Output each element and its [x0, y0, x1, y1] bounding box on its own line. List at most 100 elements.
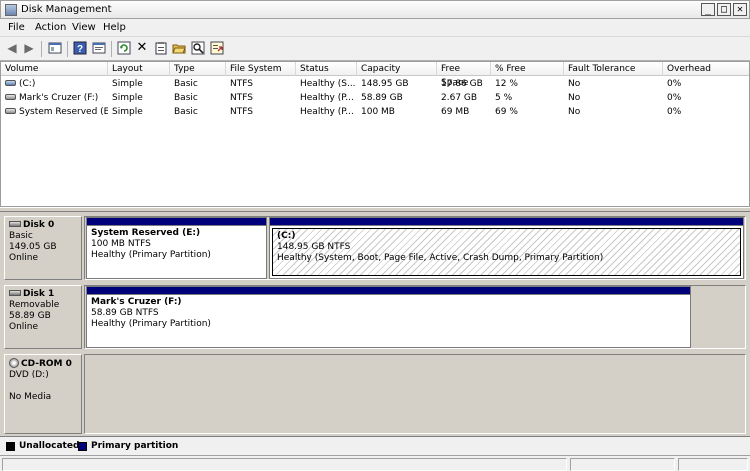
disk-icon: [9, 221, 21, 227]
volume-type: Basic: [174, 93, 198, 103]
partition-name: System Reserved (E:): [91, 228, 201, 238]
disk-state: No Media: [9, 392, 52, 402]
volume-capacity: 58.89 GB: [361, 93, 403, 103]
volume-capacity: 100 MB: [361, 107, 395, 117]
primary-partition-swatch: [78, 442, 87, 451]
volume-overhead: 0%: [667, 107, 682, 117]
volume-layout: Simple: [112, 79, 143, 89]
help-icon[interactable]: ?: [73, 41, 87, 55]
status-bar: [0, 455, 750, 471]
volume-free: 17.86 GB: [441, 79, 483, 89]
col-type[interactable]: Type: [170, 62, 226, 76]
volume-name: Mark's Cruzer (F:): [19, 93, 99, 103]
partition-size: 100 MB NTFS: [91, 239, 151, 249]
back-icon[interactable]: ◀: [5, 41, 19, 55]
col-volume[interactable]: Volume: [1, 62, 108, 76]
volume-fs: NTFS: [230, 107, 253, 117]
forward-icon[interactable]: ▶: [22, 41, 36, 55]
properties-icon[interactable]: [92, 41, 106, 55]
col-status[interactable]: Status: [296, 62, 357, 76]
title-bar: Disk Management _ □ ✕: [0, 0, 750, 19]
search-icon[interactable]: [191, 41, 205, 55]
unallocated-swatch: [6, 442, 15, 451]
partition-name: (C:): [277, 231, 296, 241]
removable-disk-icon: [9, 290, 21, 296]
cd-rom-icon: [9, 358, 19, 368]
volume-fault: No: [568, 107, 581, 117]
disk-name: Disk 1: [23, 289, 55, 299]
maximize-button[interactable]: □: [717, 3, 731, 16]
partition-size: 148.95 GB NTFS: [277, 242, 351, 252]
volume-pct-free: 69 %: [495, 107, 518, 117]
partition-marks-cruzer[interactable]: Mark's Cruzer (F:) 58.89 GB NTFS Healthy…: [86, 286, 691, 348]
menu-file[interactable]: File: [8, 22, 25, 33]
col-free-space[interactable]: Free Space: [437, 62, 491, 88]
col-fault-tolerance[interactable]: Fault Tolerance: [564, 62, 663, 76]
volume-overhead: 0%: [667, 93, 682, 103]
volume-row[interactable]: System Reserved (E:) Simple Basic NTFS H…: [1, 105, 749, 119]
properties-sheet-icon[interactable]: [154, 41, 168, 55]
disk-size: 149.05 GB: [9, 242, 57, 252]
volume-free: 69 MB: [441, 107, 470, 117]
refresh-icon[interactable]: [117, 41, 131, 55]
volume-fault: No: [568, 79, 581, 89]
menu-help[interactable]: Help: [103, 22, 126, 33]
col-capacity[interactable]: Capacity: [357, 62, 437, 76]
disk-kind: DVD (D:): [9, 370, 49, 380]
minimize-button[interactable]: _: [701, 3, 715, 16]
disk-name: Disk 0: [23, 220, 55, 230]
removable-drive-icon: [5, 94, 16, 100]
volume-name: (C:): [19, 79, 36, 89]
volume-free: 2.67 GB: [441, 93, 478, 103]
delete-icon[interactable]: ✕: [135, 41, 149, 55]
status-pane-2: [570, 458, 675, 471]
volume-type: Basic: [174, 107, 198, 117]
volume-layout: Simple: [112, 93, 143, 103]
col-pct-free[interactable]: % Free: [491, 62, 564, 76]
partition-status: Healthy (Primary Partition): [91, 319, 211, 329]
volume-pct-free: 5 %: [495, 93, 513, 103]
volume-type: Basic: [174, 79, 198, 89]
export-icon[interactable]: [210, 41, 224, 55]
cdrom-0-map: [84, 354, 746, 434]
primary-partition-bar: [87, 218, 266, 226]
volume-fs: NTFS: [230, 93, 253, 103]
col-layout[interactable]: Layout: [108, 62, 170, 76]
menu-view[interactable]: View: [72, 22, 96, 33]
hard-drive-icon: [5, 108, 16, 114]
disk-1-label[interactable]: Disk 1 Removable 58.89 GB Online: [4, 285, 82, 349]
console-icon[interactable]: [48, 41, 62, 55]
volume-status: Healthy (P...: [300, 93, 354, 103]
col-overhead[interactable]: Overhead: [663, 62, 749, 76]
cdrom-0-label[interactable]: CD-ROM 0 DVD (D:) No Media: [4, 354, 82, 434]
disk-0-label[interactable]: Disk 0 Basic 149.05 GB Online: [4, 216, 82, 280]
partition-status: Healthy (System, Boot, Page File, Active…: [277, 253, 604, 263]
close-button[interactable]: ✕: [733, 3, 747, 16]
disk-1-map: Mark's Cruzer (F:) 58.89 GB NTFS Healthy…: [84, 285, 746, 349]
legend-primary-partition: Primary partition: [91, 441, 179, 451]
window-title: Disk Management: [21, 4, 112, 15]
col-file-system[interactable]: File System: [226, 62, 296, 76]
disk-state: Online: [9, 253, 39, 263]
disk-state: Online: [9, 322, 39, 332]
partition-c[interactable]: (C:) 148.95 GB NTFS Healthy (System, Boo…: [269, 217, 744, 279]
partition-system-reserved[interactable]: System Reserved (E:) 100 MB NTFS Healthy…: [86, 217, 267, 279]
toolbar: ◀ ▶ ? ✕: [0, 37, 750, 61]
menu-action[interactable]: Action: [35, 22, 66, 33]
partition-name: Mark's Cruzer (F:): [91, 297, 182, 307]
primary-partition-bar: [87, 287, 690, 295]
volume-fault: No: [568, 93, 581, 103]
volume-row[interactable]: (C:) Simple Basic NTFS Healthy (S... 148…: [1, 77, 749, 91]
volume-list: Volume Layout Type File System Status Ca…: [0, 61, 750, 207]
svg-text:?: ?: [77, 44, 83, 55]
volume-layout: Simple: [112, 107, 143, 117]
volume-list-header: Volume Layout Type File System Status Ca…: [1, 62, 749, 88]
volume-overhead: 0%: [667, 79, 682, 89]
open-icon[interactable]: [172, 41, 186, 55]
volume-status: Healthy (P...: [300, 107, 354, 117]
partition-size: 58.89 GB NTFS: [91, 308, 159, 318]
disk-size: 58.89 GB: [9, 311, 51, 321]
legend-unallocated: Unallocated: [19, 441, 80, 451]
disk-map: Disk 0 Basic 149.05 GB Online System Res…: [0, 212, 750, 434]
volume-row[interactable]: Mark's Cruzer (F:) Simple Basic NTFS Hea…: [1, 91, 749, 105]
